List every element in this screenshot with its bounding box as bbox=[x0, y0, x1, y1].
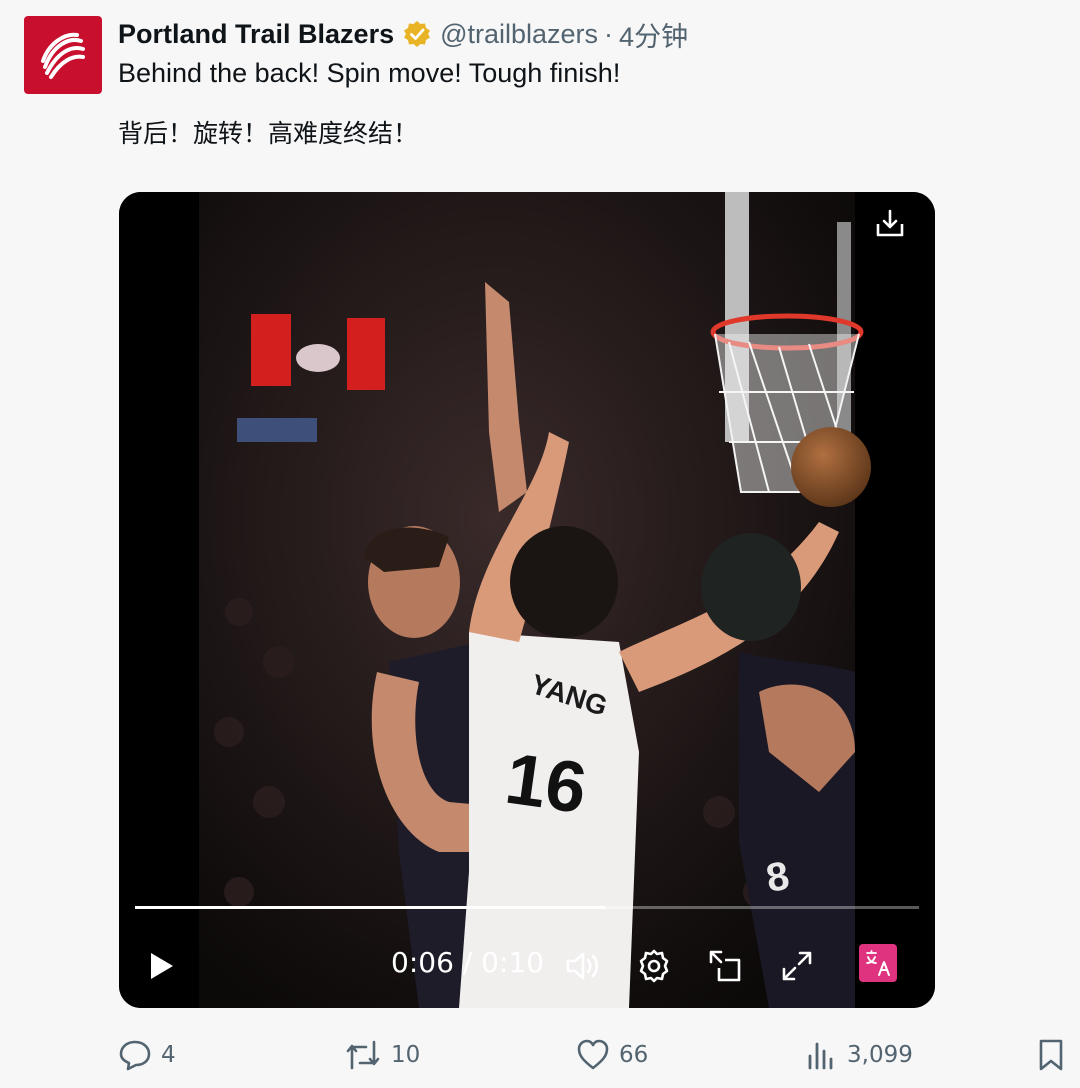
video-player[interactable]: YANG 16 8 0:06 / 0:10 bbox=[119, 192, 935, 1008]
avatar[interactable] bbox=[24, 16, 102, 94]
jersey-number: 16 bbox=[501, 739, 591, 829]
post-header: Portland Trail Blazers @trailblazers · 4… bbox=[118, 16, 688, 52]
views-count: 3,099 bbox=[847, 1042, 913, 1068]
repost-button[interactable]: 10 bbox=[344, 1038, 420, 1072]
views-button[interactable]: 3,099 bbox=[806, 1038, 913, 1072]
repost-icon bbox=[346, 1040, 380, 1070]
post-actions: 4 10 66 3,099 bbox=[0, 1034, 1080, 1076]
verified-badge-icon bbox=[402, 19, 432, 49]
post-text-english: Behind the back! Spin move! Tough finish… bbox=[118, 58, 621, 88]
video-frame: YANG 16 8 bbox=[119, 192, 935, 1008]
like-button[interactable]: 66 bbox=[576, 1038, 648, 1072]
author-handle[interactable]: @trailblazers bbox=[440, 19, 598, 50]
like-count: 66 bbox=[619, 1042, 649, 1068]
current-time: 0:06 bbox=[391, 946, 454, 979]
fullscreen-button[interactable] bbox=[777, 946, 817, 986]
volume-button[interactable] bbox=[561, 946, 605, 986]
separator-dot: · bbox=[604, 18, 614, 49]
volume-icon bbox=[566, 952, 599, 980]
views-icon bbox=[808, 1042, 833, 1070]
pip-button[interactable] bbox=[705, 946, 745, 986]
trail-blazers-logo-icon bbox=[41, 32, 85, 79]
download-button[interactable] bbox=[873, 206, 907, 240]
pip-icon bbox=[709, 950, 741, 982]
translate-button[interactable] bbox=[859, 944, 897, 982]
settings-button[interactable] bbox=[633, 946, 675, 986]
duration: 0:10 bbox=[481, 946, 545, 979]
heart-icon bbox=[577, 1039, 609, 1070]
progress-fill bbox=[135, 906, 606, 909]
translate-icon bbox=[866, 950, 890, 976]
reply-count: 4 bbox=[161, 1042, 176, 1068]
play-button[interactable] bbox=[141, 946, 181, 986]
fullscreen-icon bbox=[782, 951, 812, 981]
bookmark-button[interactable] bbox=[1036, 1038, 1066, 1072]
author-name[interactable]: Portland Trail Blazers bbox=[118, 19, 394, 50]
download-icon bbox=[876, 209, 904, 237]
bookmark-icon bbox=[1039, 1039, 1063, 1071]
repost-count: 10 bbox=[391, 1042, 421, 1068]
post-timestamp[interactable]: 4分钟 bbox=[619, 15, 688, 54]
video-controls: 0:06 / 0:10 bbox=[119, 936, 935, 996]
time-readout: 0:06 / 0:10 bbox=[391, 946, 544, 979]
progress-bar[interactable] bbox=[135, 906, 919, 909]
play-icon bbox=[151, 953, 173, 979]
reply-button[interactable]: 4 bbox=[118, 1038, 176, 1072]
post-text-chinese: 背后！旋转！高难度终结！ bbox=[118, 119, 419, 148]
settings-icon bbox=[639, 949, 669, 983]
reply-icon bbox=[119, 1040, 151, 1071]
time-separator: / bbox=[453, 946, 482, 979]
